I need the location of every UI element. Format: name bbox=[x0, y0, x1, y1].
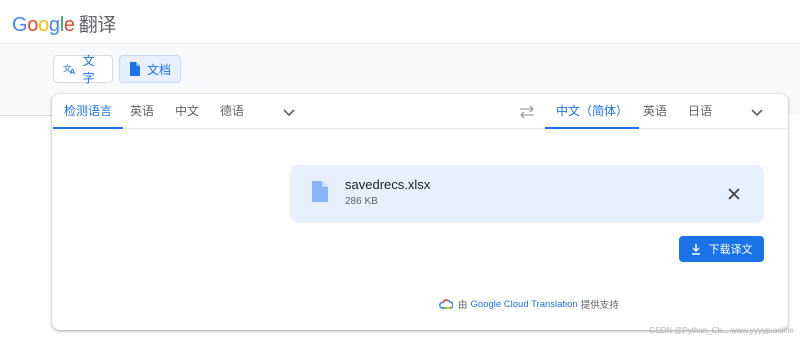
target-lang-more-chevron-icon[interactable] bbox=[749, 104, 765, 120]
mode-button-document[interactable]: 文档 bbox=[119, 55, 181, 83]
svg-text:A: A bbox=[70, 67, 76, 76]
file-icon bbox=[312, 181, 328, 202]
swap-languages-icon[interactable] bbox=[518, 104, 536, 120]
mode-label: 文字 bbox=[82, 54, 95, 85]
uploaded-file-chip: savedrecs.xlsx 286 KB bbox=[290, 165, 764, 223]
product-name: 翻译 bbox=[78, 15, 117, 36]
target-lang-english[interactable]: 英语 bbox=[632, 94, 678, 129]
translate-card: 检测语言 英语 中文 德语 中文（简体） 英语 日语 savedrecs.xls… bbox=[52, 94, 788, 330]
mode-button-text[interactable]: 文 A 文字 bbox=[53, 54, 113, 85]
target-lang-chinese-simplified[interactable]: 中文（简体） bbox=[545, 94, 640, 129]
document-icon bbox=[130, 62, 140, 76]
watermark: CSDN @Python_Ch... www.yyyyp.online bbox=[649, 326, 794, 335]
file-size: 286 KB bbox=[345, 196, 378, 207]
google-cloud-icon bbox=[439, 299, 453, 309]
source-lang-german[interactable]: 德语 bbox=[209, 94, 255, 129]
source-lang-detect[interactable]: 检测语言 bbox=[53, 94, 124, 129]
file-name: savedrecs.xlsx bbox=[345, 177, 431, 192]
source-lang-english[interactable]: 英语 bbox=[119, 94, 165, 129]
mode-label: 文档 bbox=[147, 62, 172, 77]
attribution-suffix: 提供支持 bbox=[580, 300, 619, 311]
divider bbox=[0, 115, 52, 116]
google-translate-logo[interactable]: Google 翻译 bbox=[12, 10, 116, 37]
download-label: 下载译文 bbox=[708, 244, 753, 256]
source-lang-more-chevron-icon[interactable] bbox=[281, 104, 297, 120]
app-header: Google 翻译 bbox=[0, 0, 800, 44]
target-lang-japanese[interactable]: 日语 bbox=[677, 94, 723, 129]
attribution-brand-link[interactable]: Google Cloud Translation bbox=[471, 299, 578, 310]
attribution-prefix: 由 bbox=[458, 300, 468, 311]
download-icon bbox=[691, 243, 700, 255]
language-bar: 检测语言 英语 中文 德语 中文（简体） 英语 日语 bbox=[52, 94, 788, 129]
logo-wordmark: Google bbox=[12, 14, 75, 36]
download-translation-button[interactable]: 下载译文 bbox=[679, 236, 764, 262]
remove-file-close-icon[interactable] bbox=[724, 184, 744, 204]
source-lang-chinese[interactable]: 中文 bbox=[164, 94, 210, 129]
translate-icon: 文 A bbox=[63, 64, 76, 76]
attribution: 由 Google Cloud Translation 提供支持 bbox=[439, 297, 619, 311]
